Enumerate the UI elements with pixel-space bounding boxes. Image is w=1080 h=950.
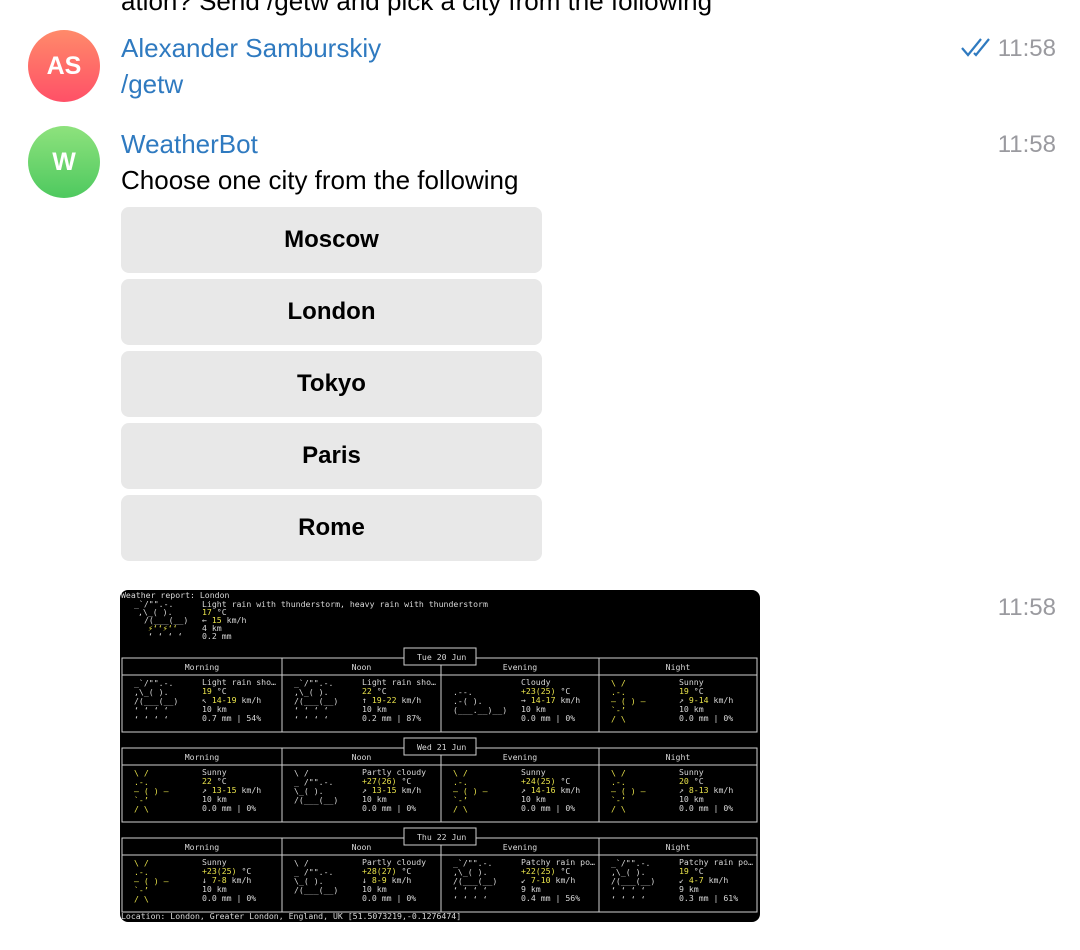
rain-shower-icon: _`/"".-. ,\_( ). /(___(__) ‘ ‘ ‘ ‘ ‘ ‘ ‘… (611, 858, 655, 904)
location-line: Location: London, Greater London, Englan… (121, 911, 461, 921)
period-precipitation: 0.2 mm | 87% (362, 713, 421, 723)
svg-text:/ \: / \ (611, 714, 626, 724)
day-label: Wed 21 Jun (417, 742, 466, 752)
city-button-tokyo[interactable]: Tokyo (121, 351, 542, 417)
city-button-paris[interactable]: Paris (121, 423, 542, 489)
period-header: Noon (352, 752, 372, 762)
read-checkmark-icon (961, 38, 990, 57)
svg-text:/ \: / \ (134, 804, 149, 814)
period-header: Morning (185, 662, 220, 672)
svg-text:‘ ‘ ‘ ‘: ‘ ‘ ‘ ‘ (611, 894, 646, 904)
partly-cloudy-icon: \ /_ /"".-. \_( ). /(___(__) (294, 858, 338, 895)
svg-text:/(___(__): /(___(__) (294, 795, 338, 805)
period-precipitation: 0.0 mm | 0% (202, 803, 256, 813)
svg-text:‘ ‘ ‘ ‘: ‘ ‘ ‘ ‘ (148, 631, 183, 641)
svg-text:‘ ‘ ‘ ‘: ‘ ‘ ‘ ‘ (453, 894, 488, 904)
current-precipitation: 0.2 mm (202, 631, 232, 641)
cloud-icon: .--. .-( ). (___.__)__) (453, 687, 507, 715)
period-header: Noon (352, 842, 372, 852)
period-header: Evening (503, 662, 538, 672)
period-header: Night (666, 842, 691, 852)
period-precipitation: 0.3 mm | 61% (679, 893, 738, 903)
previous-message-fragment: ation? Send /getw and pick a city from t… (121, 0, 713, 16)
period-precipitation: 0.0 mm | 0% (202, 893, 256, 903)
city-button-moscow[interactable]: Moscow (121, 207, 542, 273)
period-precipitation: 0.0 mm | 0% (521, 803, 575, 813)
period-precipitation: 0.0 mm | 0% (362, 893, 416, 903)
svg-text:/(___(__): /(___(__) (294, 885, 338, 895)
sun-icon: \ / .-.― ( ) ― `-’ / \ (134, 858, 169, 904)
sun-icon: \ / .-.― ( ) ― `-’ / \ (611, 678, 646, 724)
weather-report-terminal: Weather report: London _`/"".-. ,\_( ). … (121, 590, 758, 921)
rain-shower-icon: _`/"".-. ,\_( ). /(___(__) ‘ ‘ ‘ ‘ ‘ ‘ ‘… (453, 858, 497, 904)
sender-name[interactable]: WeatherBot (121, 129, 258, 160)
period-header: Night (666, 752, 691, 762)
period-precipitation: 0.0 mm | 0% (679, 803, 733, 813)
svg-text:/ \: / \ (453, 804, 468, 814)
period-header: Morning (185, 842, 220, 852)
thunderstorm-icon: _`/"".-. ,\_( ). /(___(__) ⚡‘‘⚡‘‘ ‘ ‘ ‘ … (134, 599, 188, 641)
period-header: Evening (503, 752, 538, 762)
period-precipitation: 0.7 mm | 54% (202, 713, 261, 723)
day-label: Thu 22 Jun (417, 832, 466, 842)
svg-text:/ \: / \ (134, 894, 149, 904)
svg-text:/ \: / \ (611, 804, 626, 814)
avatar[interactable]: W (28, 126, 100, 198)
sun-icon: \ / .-.― ( ) ― `-’ / \ (453, 768, 488, 814)
period-header: Night (666, 662, 691, 672)
message-time: 11:58 (997, 35, 1056, 62)
svg-text:‘ ‘ ‘ ‘: ‘ ‘ ‘ ‘ (134, 714, 169, 724)
avatar[interactable]: AS (28, 30, 100, 102)
sun-icon: \ / .-.― ( ) ― `-’ / \ (611, 768, 646, 814)
sun-icon: \ / .-.― ( ) ― `-’ / \ (134, 768, 169, 814)
partly-cloudy-icon: \ /_ /"".-. \_( ). /(___(__) (294, 768, 338, 805)
period-precipitation: 0.4 mm | 56% (521, 893, 580, 903)
period-precipitation: 0.0 mm | 0% (679, 713, 733, 723)
sender-name[interactable]: Alexander Samburskiy (121, 33, 381, 64)
rain-shower-icon: _`/"".-. ,\_( ). /(___(__) ‘ ‘ ‘ ‘ ‘ ‘ ‘… (134, 678, 178, 724)
day-label: Tue 20 Jun (417, 652, 466, 662)
rain-shower-icon: _`/"".-. ,\_( ). /(___(__) ‘ ‘ ‘ ‘ ‘ ‘ ‘… (294, 678, 338, 724)
period-header: Noon (352, 662, 372, 672)
city-button-rome[interactable]: Rome (121, 495, 542, 561)
svg-text:(___.__)__): (___.__)__) (453, 705, 507, 715)
period-header: Morning (185, 752, 220, 762)
message-time: 11:58 (997, 594, 1056, 621)
period-precipitation: 0.0 mm | 0% (521, 713, 575, 723)
period-precipitation: 0.0 mm | 0% (362, 803, 416, 813)
period-header: Evening (503, 842, 538, 852)
message-time: 11:58 (997, 131, 1056, 158)
current-condition: Light rain with thunderstorm, heavy rain… (202, 599, 488, 609)
svg-text:‘ ‘ ‘ ‘: ‘ ‘ ‘ ‘ (294, 714, 329, 724)
message-text: Choose one city from the following (121, 165, 519, 195)
city-button-london[interactable]: London (121, 279, 542, 345)
weather-report-image[interactable]: Weather report: London _`/"".-. ,\_( ). … (120, 590, 760, 922)
bot-command-link[interactable]: /getw (121, 69, 183, 100)
